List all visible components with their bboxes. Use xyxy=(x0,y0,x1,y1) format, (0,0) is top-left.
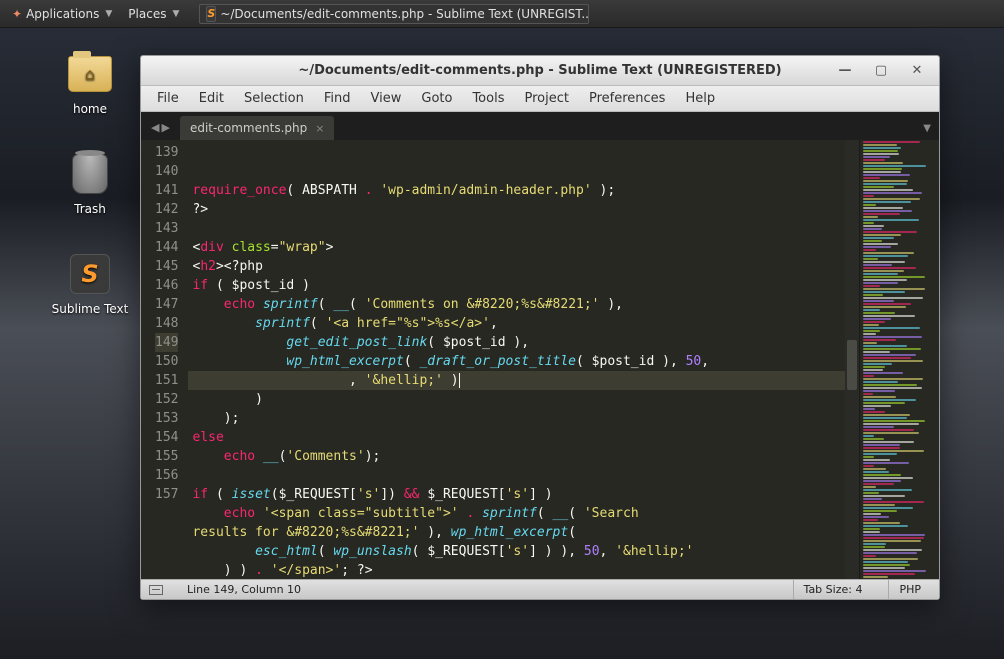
scroll-thumb[interactable] xyxy=(847,340,857,390)
status-language[interactable]: PHP xyxy=(888,580,931,599)
minimize-button[interactable]: — xyxy=(827,60,863,82)
menu-tools[interactable]: Tools xyxy=(462,87,514,110)
code-area[interactable]: require_once( ABSPATH . 'wp-admin/admin-… xyxy=(188,140,859,579)
taskbar-app-button[interactable]: S ~/Documents/edit-comments.php - Sublim… xyxy=(199,4,589,24)
sublime-window: ~/Documents/edit-comments.php - Sublime … xyxy=(140,55,940,600)
tabstrip: ◀ ▶ edit-comments.php × ▼ xyxy=(141,112,939,140)
statusbar: Line 149, Column 10 Tab Size: 4 PHP xyxy=(141,579,939,599)
maximize-button[interactable]: ▢ xyxy=(863,60,899,82)
desktop-icon-trash[interactable]: Trash xyxy=(50,150,130,216)
desktop-icon-label: home xyxy=(50,102,130,116)
places-menu[interactable]: Places ▼ xyxy=(120,5,187,23)
tab-prev-icon[interactable]: ◀ xyxy=(151,121,159,134)
trash-icon xyxy=(66,150,114,198)
sublime-icon: S xyxy=(206,6,216,22)
menu-help[interactable]: Help xyxy=(675,87,725,110)
window-title: ~/Documents/edit-comments.php - Sublime … xyxy=(298,63,781,78)
desktop-icon-sublime[interactable]: S Sublime Text xyxy=(50,250,130,316)
line-gutter: 1391401411421431441451461471481491501511… xyxy=(141,140,188,579)
status-position[interactable]: Line 149, Column 10 xyxy=(187,583,301,596)
menu-view[interactable]: View xyxy=(361,87,412,110)
applications-label: Applications xyxy=(26,7,99,21)
status-tabsize[interactable]: Tab Size: 4 xyxy=(793,580,873,599)
desktop-icon-label: Sublime Text xyxy=(50,302,130,316)
menu-goto[interactable]: Goto xyxy=(411,87,462,110)
desktop-icon-home[interactable]: ⌂ home xyxy=(50,50,130,116)
scrollbar[interactable] xyxy=(845,140,859,579)
menubar: File Edit Selection Find View Goto Tools… xyxy=(141,86,939,112)
menu-preferences[interactable]: Preferences xyxy=(579,87,675,110)
menu-project[interactable]: Project xyxy=(514,87,578,110)
tab-close-icon[interactable]: × xyxy=(315,122,324,135)
desktop-icon-label: Trash xyxy=(50,202,130,216)
minimap[interactable] xyxy=(859,140,939,579)
places-label: Places xyxy=(128,7,166,21)
menu-selection[interactable]: Selection xyxy=(234,87,314,110)
tab-next-icon[interactable]: ▶ xyxy=(161,121,169,134)
applications-menu[interactable]: ✦ Applications ▼ xyxy=(4,5,120,23)
taskbar-app-label: ~/Documents/edit-comments.php - Sublime … xyxy=(220,7,589,21)
menu-edit[interactable]: Edit xyxy=(189,87,234,110)
menu-find[interactable]: Find xyxy=(314,87,361,110)
applications-icon: ✦ xyxy=(12,7,22,21)
folder-icon: ⌂ xyxy=(66,50,114,98)
panel-switcher-icon[interactable] xyxy=(149,585,163,595)
top-taskbar: ✦ Applications ▼ Places ▼ S ~/Documents/… xyxy=(0,0,1004,28)
tab-overflow-icon[interactable]: ▼ xyxy=(923,123,931,140)
titlebar[interactable]: ~/Documents/edit-comments.php - Sublime … xyxy=(141,56,939,86)
chevron-down-icon: ▼ xyxy=(172,9,179,19)
editor[interactable]: 1391401411421431441451461471481491501511… xyxy=(141,140,939,579)
close-button[interactable]: ✕ xyxy=(899,60,935,82)
file-tab[interactable]: edit-comments.php × xyxy=(180,116,335,140)
tab-label: edit-comments.php xyxy=(190,121,307,135)
sublime-icon: S xyxy=(66,250,114,298)
chevron-down-icon: ▼ xyxy=(105,9,112,19)
menu-file[interactable]: File xyxy=(147,87,189,110)
tab-nav-arrows: ◀ ▶ xyxy=(147,121,174,140)
